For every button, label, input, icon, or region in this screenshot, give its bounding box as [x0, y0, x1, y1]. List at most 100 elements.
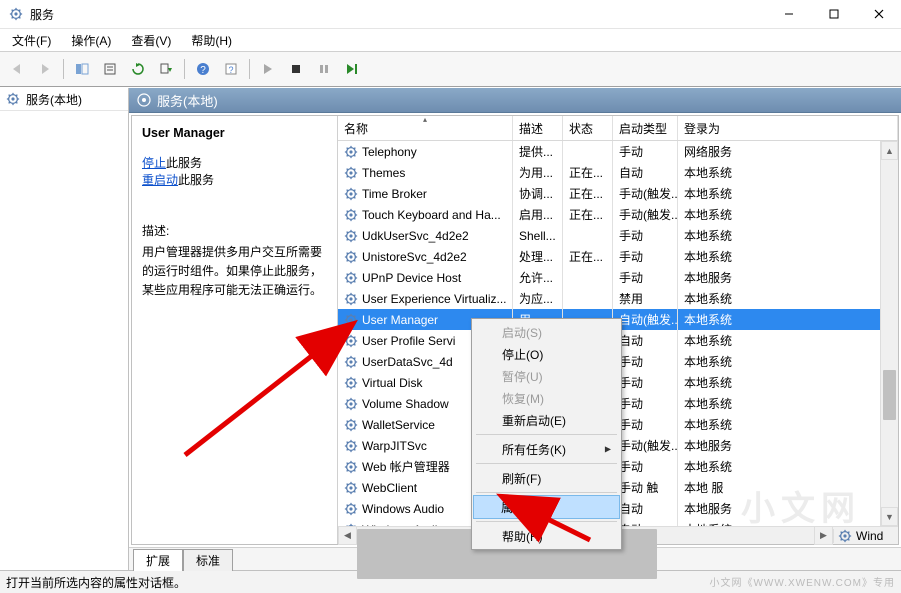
service-icon	[344, 250, 358, 264]
close-button[interactable]	[856, 0, 901, 28]
export-list-button[interactable]	[153, 56, 179, 82]
app-icon	[8, 6, 24, 22]
content-header: 服务(本地)	[129, 88, 901, 113]
cm-start[interactable]: 启动(S)	[474, 321, 619, 343]
minimize-button[interactable]	[766, 0, 811, 28]
tab-standard[interactable]: 标准	[183, 549, 233, 571]
cell-start: 手动 触	[613, 477, 678, 498]
cell-name: Time Broker	[338, 183, 513, 204]
cell-start: 自动	[613, 330, 678, 351]
table-row[interactable]: Time Broker协调...正在...手动(触发...本地系统	[338, 183, 898, 204]
cell-start: 自动(触发...	[613, 309, 678, 330]
service-icon	[344, 376, 358, 390]
tree-root-label: 服务(本地)	[26, 91, 82, 108]
cm-stop[interactable]: 停止(O)	[474, 343, 619, 365]
cell-logon: 本地系统	[678, 246, 898, 267]
maximize-button[interactable]	[811, 0, 856, 28]
overflow-cell: Wind	[856, 529, 883, 543]
table-row[interactable]: Touch Keyboard and Ha...启用...正在...手动(触发.…	[338, 204, 898, 225]
menu-action[interactable]: 操作(A)	[67, 30, 115, 51]
service-icon	[344, 502, 358, 516]
service-icon	[344, 481, 358, 495]
cell-name: UPnP Device Host	[338, 267, 513, 288]
cell-logon: 本地系统	[678, 225, 898, 246]
detail-restart-line: 重启动此服务	[142, 171, 327, 188]
cm-all-tasks[interactable]: 所有任务(K)	[474, 438, 619, 460]
cm-help[interactable]: 帮助(H)	[474, 525, 619, 547]
watermark-small: 小文网《WWW.XWENW.COM》专用	[709, 574, 895, 589]
cell-name: UdkUserSvc_4d2e2	[338, 225, 513, 246]
tab-extended[interactable]: 扩展	[133, 549, 183, 571]
menu-help[interactable]: 帮助(H)	[187, 30, 236, 51]
service-icon	[344, 397, 358, 411]
cell-start: 自动	[613, 519, 678, 526]
cell-status	[563, 141, 613, 162]
cell-desc: 处理...	[513, 246, 563, 267]
cell-logon: 本地系统	[678, 351, 898, 372]
scroll-down-button[interactable]: ▼	[881, 507, 898, 526]
cell-status: 正在...	[563, 204, 613, 225]
col-header-desc[interactable]: 描述	[513, 116, 563, 140]
menu-view[interactable]: 查看(V)	[127, 30, 175, 51]
col-header-status[interactable]: 状态	[563, 116, 613, 140]
restart-service-link[interactable]: 重启动	[142, 173, 178, 187]
cell-logon: 本地系统	[678, 330, 898, 351]
cm-properties[interactable]: 属性(R)	[473, 495, 620, 519]
sort-indicator-icon: ▴	[338, 116, 512, 124]
vertical-scrollbar[interactable]: ▲ ▼	[880, 141, 898, 526]
table-row[interactable]: UdkUserSvc_4d2e2Shell... 手动本地系统	[338, 225, 898, 246]
tree-pane: 服务(本地)	[0, 88, 129, 570]
list-header: 名称 ▴ 描述 状态 启动类型 登录为	[338, 116, 898, 141]
show-hide-tree-button[interactable]	[69, 56, 95, 82]
scroll-left-button[interactable]: ◀	[338, 526, 357, 545]
service-icon	[344, 439, 358, 453]
cell-start: 自动	[613, 162, 678, 183]
cell-status	[563, 225, 613, 246]
refresh-button[interactable]	[125, 56, 151, 82]
cell-start: 手动	[613, 372, 678, 393]
svg-text:?: ?	[228, 65, 233, 75]
service-icon	[344, 229, 358, 243]
cm-resume[interactable]: 恢复(M)	[474, 387, 619, 409]
scroll-thumb[interactable]	[883, 370, 896, 420]
stop-service-link[interactable]: 停止	[142, 156, 166, 170]
col-header-logon[interactable]: 登录为	[678, 116, 898, 140]
service-icon	[344, 460, 358, 474]
tree-root-item[interactable]: 服务(本地)	[0, 88, 128, 111]
table-row[interactable]: Telephony提供...手动网络服务	[338, 141, 898, 162]
cell-logon: 本地系统	[678, 414, 898, 435]
cm-restart[interactable]: 重新启动(E)	[474, 409, 619, 431]
table-row[interactable]: User Experience Virtualiz...为应...禁用本地系统	[338, 288, 898, 309]
cell-desc: 为用...	[513, 162, 563, 183]
scroll-up-button[interactable]: ▲	[881, 141, 898, 160]
restart-service-button[interactable]	[339, 56, 365, 82]
table-row[interactable]: UnistoreSvc_4d2e2处理...正在...手动本地系统	[338, 246, 898, 267]
nav-back-button[interactable]	[4, 56, 30, 82]
stop-service-button[interactable]	[283, 56, 309, 82]
cell-desc: Shell...	[513, 225, 563, 246]
service-icon	[344, 166, 358, 180]
cell-start: 手动	[613, 414, 678, 435]
menu-file[interactable]: 文件(F)	[8, 30, 55, 51]
properties-toolbar-button[interactable]	[97, 56, 123, 82]
detail-stop-line: 停止此服务	[142, 154, 327, 171]
cm-refresh[interactable]: 刷新(F)	[474, 467, 619, 489]
col-header-name[interactable]: 名称 ▴	[338, 116, 513, 140]
cell-logon: 本地系统	[678, 456, 898, 477]
start-service-button[interactable]	[255, 56, 281, 82]
table-row[interactable]: UPnP Device Host允许...手动本地服务	[338, 267, 898, 288]
help-button[interactable]: ?	[190, 56, 216, 82]
cell-logon: 本地系统	[678, 372, 898, 393]
service-icon	[344, 145, 358, 159]
cell-start: 手动	[613, 225, 678, 246]
cm-separator	[476, 492, 617, 493]
pause-service-button[interactable]	[311, 56, 337, 82]
cell-desc: 协调...	[513, 183, 563, 204]
svg-text:?: ?	[200, 65, 206, 76]
help-topics-button[interactable]: ?	[218, 56, 244, 82]
col-header-start[interactable]: 启动类型	[613, 116, 678, 140]
cm-pause[interactable]: 暂停(U)	[474, 365, 619, 387]
table-row[interactable]: Themes为用...正在...自动本地系统	[338, 162, 898, 183]
scroll-track[interactable]	[881, 160, 898, 507]
nav-forward-button[interactable]	[32, 56, 58, 82]
